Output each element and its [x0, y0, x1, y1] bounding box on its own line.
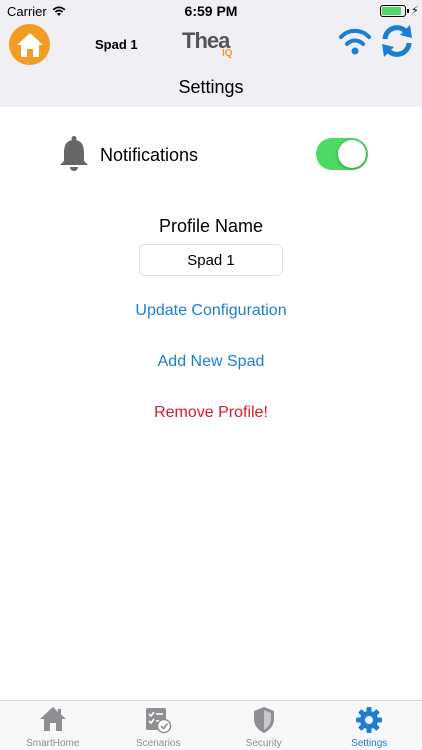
tab-smarthome[interactable]: SmartHome	[0, 701, 106, 750]
tab-label: Settings	[351, 738, 388, 749]
battery-icon	[380, 5, 406, 17]
toggle-knob	[338, 140, 366, 168]
tab-settings[interactable]: Settings	[317, 701, 422, 750]
home-button[interactable]	[9, 24, 50, 65]
tab-bar: SmartHome Scenarios Security Settings	[0, 700, 422, 750]
thea-iq-logo: Thea IQ	[182, 28, 233, 59]
wifi-icon[interactable]	[337, 26, 373, 56]
tab-scenarios[interactable]: Scenarios	[106, 701, 212, 750]
notifications-toggle[interactable]	[316, 138, 368, 170]
tab-label: Scenarios	[136, 738, 181, 749]
header: Carrier 6:59 PM ⚡ Spad 1 Thea IQ Setting…	[0, 0, 422, 107]
profile-title: Spad 1	[95, 37, 138, 52]
tab-label: SmartHome	[26, 738, 80, 749]
charging-icon: ⚡	[411, 5, 419, 17]
clock: 6:59 PM	[184, 3, 238, 19]
update-configuration-button[interactable]: Update Configuration	[0, 302, 422, 320]
bell-icon	[60, 136, 88, 171]
tab-label: Security	[245, 738, 282, 749]
status-bar: Carrier 6:59 PM ⚡	[0, 0, 422, 22]
add-new-spad-button[interactable]: Add New Spad	[0, 353, 422, 371]
notifications-row: Notifications	[0, 133, 422, 177]
battery-tip	[407, 9, 409, 13]
home-icon	[16, 32, 43, 57]
remove-profile-button[interactable]: Remove Profile!	[0, 404, 422, 422]
profile-name-label: Profile Name	[158, 216, 264, 236]
profile-name-input[interactable]	[139, 244, 283, 276]
refresh-icon[interactable]	[378, 22, 416, 60]
scenarios-icon	[146, 708, 172, 734]
tab-security[interactable]: Security	[211, 701, 317, 750]
page-title: Settings	[178, 77, 244, 97]
house-icon	[39, 707, 66, 731]
gear-icon	[356, 707, 383, 733]
notifications-label: Notifications	[100, 145, 199, 165]
shield-icon	[253, 707, 274, 733]
